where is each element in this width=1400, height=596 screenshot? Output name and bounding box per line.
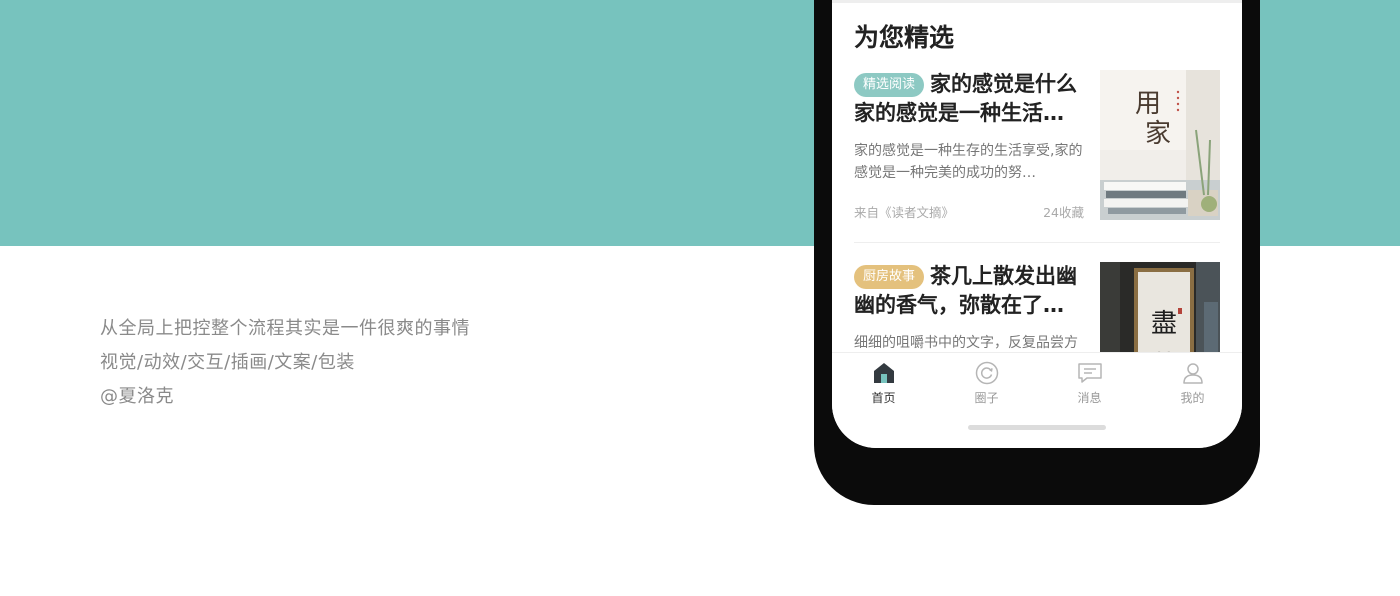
article-headline[interactable]: 厨房故事 茶几上散发出幽幽的香气，弥散在了… [854, 262, 1086, 320]
thumbnail-char-2: 家 [1145, 119, 1171, 149]
article-headline[interactable]: 精选阅读 家的感觉是什么家的感觉是一种生活… [854, 70, 1086, 128]
profile-icon [1182, 363, 1203, 384]
article-thumbnail[interactable]: 用 家 [1100, 70, 1220, 220]
message-icon [1077, 363, 1102, 383]
tab-label: 消息 [1077, 391, 1102, 405]
article-card[interactable]: 精选阅读 家的感觉是什么家的感觉是一种生活… 家的感觉是一种生存的生活享受,家的感… [854, 70, 1220, 242]
article-source: 来自《读者文摘》 [854, 205, 955, 220]
tab-bar: 首页 圈子 消息 我的 [832, 352, 1242, 448]
phone-mockup: 为您精选 精选阅读 家的感觉是什么家的感觉是一种生活… 家的感觉是一种生存的生活享… [814, 0, 1260, 505]
tab-circle[interactable]: 圈子 [935, 361, 1038, 406]
card-divider [854, 242, 1220, 243]
screen-top-divider [832, 0, 1242, 3]
intro-line-3: @夏洛克 [100, 386, 174, 407]
favorite-count: 24收藏 [1043, 205, 1084, 220]
intro-text-block: 从全局上把控整个流程其实是一件很爽的事情 视觉/动效/交互/插画/文案/包装 @… [100, 312, 470, 414]
home-indicator [968, 425, 1106, 430]
tab-label: 圈子 [974, 391, 999, 405]
article-text: 精选阅读 家的感觉是什么家的感觉是一种生活… 家的感觉是一种生存的生活享受,家的感… [854, 70, 1086, 184]
article-tag[interactable]: 精选阅读 [854, 73, 925, 97]
tab-messages[interactable]: 消息 [1038, 361, 1141, 406]
tab-label: 我的 [1180, 391, 1205, 405]
article-excerpt: 家的感觉是一种生存的生活享受,家的感觉是一种完美的成功的努… [854, 143, 1083, 181]
intro-line-2: 视觉/动效/交互/插画/文案/包装 [100, 352, 355, 373]
tab-label: 首页 [871, 391, 896, 405]
home-icon [873, 363, 894, 383]
tab-home[interactable]: 首页 [832, 361, 935, 406]
section-title: 为您精选 [854, 23, 955, 52]
tab-profile[interactable]: 我的 [1141, 361, 1242, 406]
circle-icon [975, 361, 998, 385]
thumbnail-char-1: 用 [1135, 89, 1161, 119]
article-meta: 来自《读者文摘》 24收藏 [854, 202, 1084, 221]
thumbnail-char-1: 盡 [1151, 309, 1177, 339]
intro-line-1: 从全局上把控整个流程其实是一件很爽的事情 [100, 318, 470, 339]
phone-screen: 为您精选 精选阅读 家的感觉是什么家的感觉是一种生活… 家的感觉是一种生存的生活享… [832, 0, 1242, 448]
article-tag[interactable]: 厨房故事 [854, 265, 925, 289]
